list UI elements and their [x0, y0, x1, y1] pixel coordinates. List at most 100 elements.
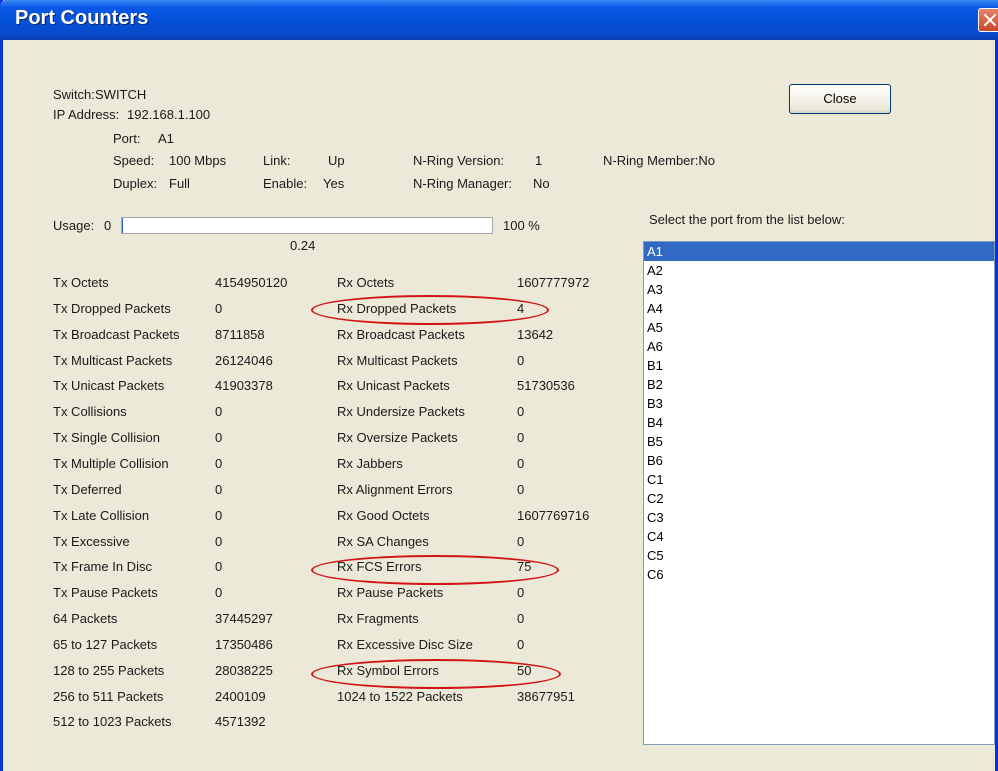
rx-counter-label: Rx Oversize Packets	[337, 430, 458, 446]
rx-counter-label: Rx Jabbers	[337, 455, 403, 471]
port-list-item[interactable]: B6	[644, 451, 994, 470]
enable-value: Yes	[323, 176, 345, 191]
tx-counter-value: 37445297	[215, 611, 273, 627]
port-list-item[interactable]: C5	[644, 546, 994, 565]
tx-counter-value: 41903378	[215, 378, 273, 394]
usage-max: 100 %	[503, 218, 540, 233]
usage-value: 0.24	[290, 238, 316, 253]
rx-counter-label: Rx Multicast Packets	[337, 352, 458, 368]
rx-counter-value: 0	[517, 611, 525, 627]
rx-counter-value: 0	[517, 404, 525, 420]
port-list-item[interactable]: C3	[644, 508, 994, 527]
rx-counter-value: 1607769716	[517, 507, 590, 523]
rx-counter-label: Rx SA Changes	[337, 533, 429, 549]
switch-value: SWITCH	[95, 87, 147, 102]
port-list-item[interactable]: C6	[644, 565, 994, 584]
link-label: Link:	[263, 153, 291, 168]
tx-counter-value: 0	[215, 300, 223, 316]
tx-counter-label: Tx Deferred	[53, 481, 122, 497]
port-value: A1	[158, 131, 174, 146]
tx-counter-label: Tx Multiple Collision	[53, 455, 169, 471]
tx-counter-label: Tx Single Collision	[53, 430, 160, 446]
speed-label: Speed:	[113, 153, 155, 168]
usage-min: 0	[104, 218, 112, 233]
port-list-item[interactable]: A6	[644, 337, 994, 356]
duplex-value: Full	[169, 176, 190, 191]
rx-counter-value: 0	[517, 430, 525, 446]
tx-counter-label: Tx Frame In Disc	[53, 559, 152, 575]
tx-counter-value: 17350486	[215, 636, 273, 652]
tx-counter-value: 2400109	[215, 688, 266, 704]
tx-counter-value: 0	[215, 559, 223, 575]
tx-counter-label: Tx Multicast Packets	[53, 352, 173, 368]
tx-counter-label: Tx Excessive	[53, 533, 130, 549]
close-button[interactable]: Close	[789, 84, 891, 114]
port-list-item[interactable]: C4	[644, 527, 994, 546]
ip-value: 192.168.1.100	[127, 107, 211, 122]
tx-counter-label: Tx Broadcast Packets	[53, 326, 180, 342]
tx-counter-value: 0	[215, 585, 223, 601]
nring-version-label: N-Ring Version:	[413, 153, 505, 168]
rx-counter-value: 0	[517, 585, 525, 601]
port-list-item[interactable]: B1	[644, 356, 994, 375]
ip-label: IP Address:	[53, 107, 120, 122]
speed-value: 100 Mbps	[169, 153, 227, 168]
rx-counter-value: 0	[517, 455, 525, 471]
rx-counter-label: Rx Pause Packets	[337, 585, 444, 601]
rx-counter-value: 0	[517, 481, 525, 497]
tx-counter-label: 64 Packets	[53, 611, 118, 627]
rx-counter-value: 38677951	[517, 688, 575, 704]
highlight-rx-dropped	[311, 295, 549, 325]
port-list-item[interactable]: B3	[644, 394, 994, 413]
tx-counter-label: 128 to 255 Packets	[53, 662, 165, 678]
port-list-item[interactable]: A3	[644, 280, 994, 299]
port-list-item[interactable]: A4	[644, 299, 994, 318]
tx-counter-value: 0	[215, 507, 223, 523]
rx-counter-value: 1607777972	[517, 275, 590, 290]
window-title: Port Counters	[15, 7, 149, 29]
enable-label: Enable:	[263, 176, 308, 191]
tx-counter-label: 256 to 511 Packets	[53, 688, 164, 704]
nring-manager-label: N-Ring Manager:	[413, 176, 512, 191]
title-bar[interactable]: Port Counters	[0, 0, 998, 40]
tx-counter-value: 8711858	[215, 326, 265, 342]
port-label: Port:	[113, 131, 141, 146]
port-list-item[interactable]: B4	[644, 413, 994, 432]
usage-bar	[121, 217, 493, 234]
rx-counter-value: 0	[517, 636, 525, 652]
tx-counter-value: 0	[215, 455, 223, 471]
tx-counter-label: Tx Late Collision	[53, 507, 150, 523]
port-listbox[interactable]: A1 A2 A3 A4 A5 A6 B1 B2 B3 B4 B5 B6 C1 C2 C3 C4 C5 C6	[643, 241, 995, 745]
rx-counter-label: Rx Broadcast Packets	[337, 326, 465, 342]
rx-counter-label: Rx Octets	[337, 275, 395, 290]
switch-label: Switch:	[53, 87, 95, 102]
port-list-item[interactable]: A1	[644, 242, 994, 261]
tx-counter-value: 4154950120	[215, 275, 288, 290]
highlight-rx-fcs	[311, 555, 559, 585]
usage-fill	[122, 218, 123, 233]
tx-counter-value: 26124046	[215, 352, 273, 368]
tx-counter-label: 512 to 1023 Packets	[53, 714, 172, 730]
tx-counter-label: Tx Collisions	[53, 404, 127, 420]
port-counters-window: Port Counters Switch: SWITCH IP Address:…	[0, 0, 998, 771]
nring-member: N-Ring Member:No	[603, 153, 715, 168]
tx-counter-value: 28038225	[215, 662, 273, 678]
tx-counter-label: Tx Dropped Packets	[53, 300, 171, 316]
tx-counter-value: 4571392	[215, 714, 266, 730]
close-icon[interactable]	[978, 8, 998, 32]
rx-counter-label: Rx Unicast Packets	[337, 378, 450, 394]
port-list-item[interactable]: B2	[644, 375, 994, 394]
port-list-item[interactable]: A5	[644, 318, 994, 337]
tx-counter-label: 65 to 127 Packets	[53, 636, 158, 652]
port-list-item[interactable]: C1	[644, 470, 994, 489]
port-list-item[interactable]: C2	[644, 489, 994, 508]
highlight-rx-symbol	[311, 659, 561, 689]
port-list-item[interactable]: B5	[644, 432, 994, 451]
port-list-item[interactable]: A2	[644, 261, 994, 280]
rx-counter-label: Rx Undersize Packets	[337, 404, 465, 420]
rx-counter-label: 1024 to 1522 Packets	[337, 688, 463, 704]
tx-counter-value: 0	[215, 533, 223, 549]
rx-counter-value: 13642	[517, 326, 554, 342]
port-list-label: Select the port from the list below:	[649, 212, 845, 227]
tx-counter-label: Tx Octets	[53, 275, 109, 290]
